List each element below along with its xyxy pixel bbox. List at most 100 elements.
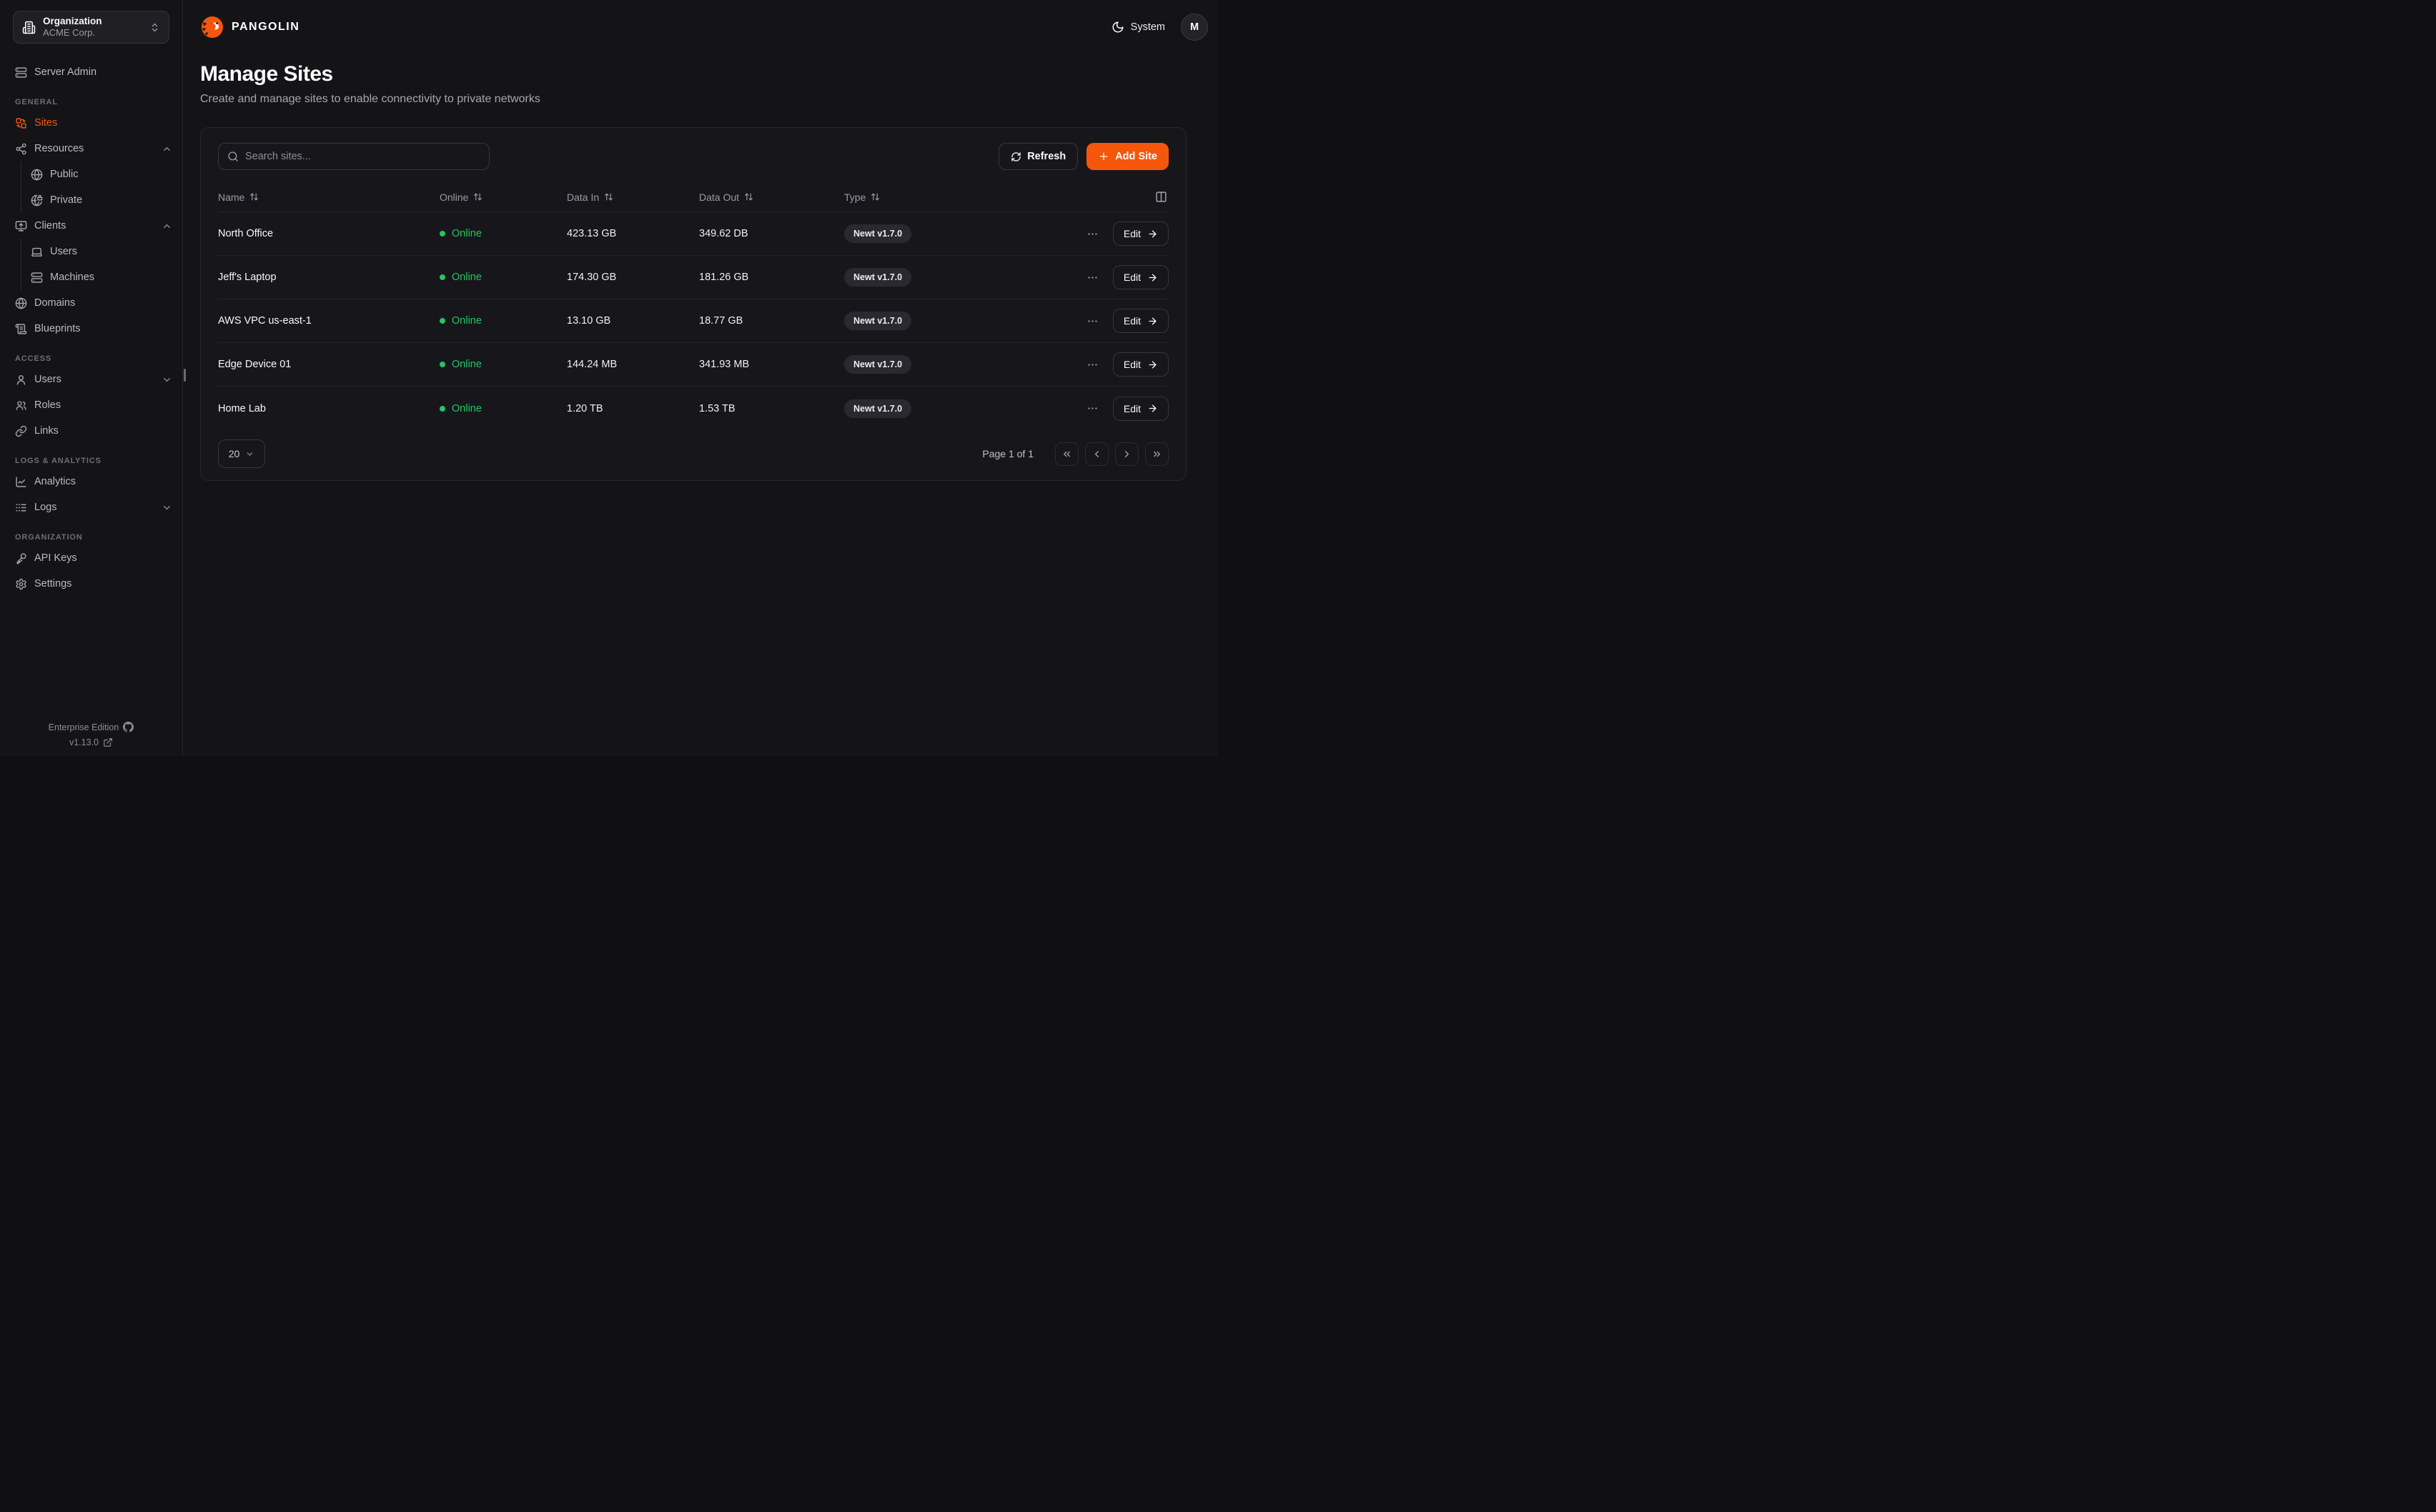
site-status: Online	[440, 272, 567, 283]
avatar[interactable]: M	[1181, 14, 1208, 41]
edit-site-button[interactable]: Edit	[1113, 222, 1169, 246]
row-actions-menu-button[interactable]	[1084, 399, 1101, 417]
sidebar-item-roles[interactable]: Roles	[0, 392, 182, 418]
arrow-right-icon	[1147, 229, 1158, 239]
page-size-select[interactable]: 20	[218, 439, 265, 468]
sort-icon	[871, 192, 880, 202]
sidebar-item-label: Private	[50, 194, 172, 206]
sort-icon	[473, 192, 482, 202]
page-subtitle: Create and manage sites to enable connec…	[200, 91, 1201, 108]
edit-site-button[interactable]: Edit	[1113, 309, 1169, 333]
sidebar-item-clients-users[interactable]: Users	[21, 239, 182, 264]
table-row: Home Lab Online 1.20 TB 1.53 TB Newt v1.…	[218, 387, 1169, 430]
column-header-data-out[interactable]: Data Out	[699, 192, 844, 203]
sidebar-item-blueprints[interactable]: Blueprints	[0, 316, 182, 342]
table-row: AWS VPC us-east-1 Online 13.10 GB 18.77 …	[218, 299, 1169, 343]
page-info: Page 1 of 1	[982, 448, 1034, 459]
site-type-badge: Newt v1.7.0	[844, 312, 911, 330]
sidebar-item-analytics[interactable]: Analytics	[0, 469, 182, 494]
site-name: Jeff's Laptop	[218, 272, 440, 283]
chevron-down-icon	[162, 502, 172, 513]
column-header-online[interactable]: Online	[440, 192, 567, 203]
monitor-up-icon	[15, 220, 27, 232]
column-header-type[interactable]: Type	[844, 192, 1007, 203]
site-data-in: 144.24 MB	[567, 359, 699, 370]
sidebar-item-sites[interactable]: Sites	[0, 110, 182, 136]
row-actions-menu-button[interactable]	[1084, 312, 1101, 330]
column-header-data-in[interactable]: Data In	[567, 192, 699, 203]
sidebar-item-domains[interactable]: Domains	[0, 290, 182, 316]
globe-lock-icon	[31, 194, 43, 207]
site-data-out: 341.93 MB	[699, 359, 844, 370]
ellipsis-icon	[1086, 315, 1099, 327]
online-status-dot	[440, 231, 445, 237]
sidebar-item-label: Logs	[34, 502, 154, 513]
row-actions-menu-button[interactable]	[1084, 269, 1101, 287]
globe-icon	[15, 297, 27, 309]
edit-site-button[interactable]: Edit	[1113, 397, 1169, 421]
site-data-out: 1.53 TB	[699, 403, 844, 414]
site-data-in: 1.20 TB	[567, 403, 699, 414]
sidebar-item-private[interactable]: Private	[21, 187, 182, 213]
sidebar-scrollbar-thumb[interactable]	[184, 369, 186, 382]
app-root: Organization ACME Corp. Server Admin GEN…	[0, 0, 1218, 756]
theme-toggle[interactable]: System	[1111, 21, 1165, 34]
column-visibility-button[interactable]	[1154, 189, 1169, 204]
sites-table-card: Refresh Add Site Name	[200, 127, 1187, 481]
sidebar-item-api-keys[interactable]: API Keys	[0, 545, 182, 571]
first-page-button[interactable]	[1055, 442, 1079, 466]
sidebar-item-public[interactable]: Public	[21, 161, 182, 187]
site-status: Online	[440, 359, 567, 370]
sidebar-item-label: Roles	[34, 399, 172, 411]
search-input[interactable]	[245, 151, 480, 162]
theme-label: System	[1131, 21, 1165, 33]
topbar: PANGOLIN System M	[183, 0, 1218, 54]
prev-page-button[interactable]	[1085, 442, 1109, 466]
sidebar-item-settings[interactable]: Settings	[0, 571, 182, 597]
sidebar-item-logs[interactable]: Logs	[0, 494, 182, 520]
chevron-down-icon	[245, 449, 254, 459]
site-type-badge: Newt v1.7.0	[844, 268, 911, 287]
sort-icon	[604, 192, 613, 202]
plus-icon	[1098, 151, 1109, 162]
online-status-dot	[440, 362, 445, 367]
edit-site-button[interactable]: Edit	[1113, 265, 1169, 289]
site-data-out: 181.26 GB	[699, 272, 844, 283]
edition-link[interactable]: Enterprise Edition	[0, 722, 182, 732]
version-link[interactable]: v1.13.0	[0, 737, 182, 747]
page-head: Manage Sites Create and manage sites to …	[183, 54, 1218, 108]
chevron-up-icon	[162, 221, 172, 232]
clients-subgroup: Users Machines	[21, 239, 182, 290]
row-actions-menu-button[interactable]	[1084, 356, 1101, 374]
column-header-name[interactable]: Name	[218, 192, 440, 203]
row-actions-menu-button[interactable]	[1084, 225, 1101, 243]
sidebar-footer: Enterprise Edition v1.13.0	[0, 717, 182, 756]
table-row: Edge Device 01 Online 144.24 MB 341.93 M…	[218, 343, 1169, 387]
refresh-button[interactable]: Refresh	[999, 143, 1078, 170]
sidebar-item-users[interactable]: Users	[0, 367, 182, 392]
sidebar-item-label: Settings	[34, 578, 172, 590]
search-box	[218, 143, 490, 170]
next-page-button[interactable]	[1115, 442, 1139, 466]
org-name: ACME Corp.	[43, 28, 142, 39]
sidebar-item-label: Clients	[34, 220, 154, 232]
edit-site-button[interactable]: Edit	[1113, 352, 1169, 377]
add-site-button[interactable]: Add Site	[1086, 143, 1169, 170]
sidebar-item-resources[interactable]: Resources	[0, 136, 182, 161]
sidebar-item-server-admin[interactable]: Server Admin	[0, 59, 182, 85]
scroll-text-icon	[15, 323, 27, 335]
main-area: PANGOLIN System M Manage Sites Create an…	[183, 0, 1218, 756]
arrow-right-icon	[1147, 403, 1158, 414]
sidebar-item-machines[interactable]: Machines	[21, 264, 182, 290]
sidebar-item-clients[interactable]: Clients	[0, 213, 182, 239]
brand[interactable]: PANGOLIN	[200, 15, 299, 39]
logs-icon	[15, 502, 27, 514]
site-data-in: 13.10 GB	[567, 315, 699, 327]
site-type-badge: Newt v1.7.0	[844, 224, 911, 243]
org-switcher[interactable]: Organization ACME Corp.	[13, 11, 169, 44]
key-icon	[15, 552, 27, 564]
table-footer: 20 Page 1 of 1	[218, 430, 1169, 480]
sort-icon	[744, 192, 753, 202]
last-page-button[interactable]	[1145, 442, 1169, 466]
sidebar-item-links[interactable]: Links	[0, 418, 182, 444]
